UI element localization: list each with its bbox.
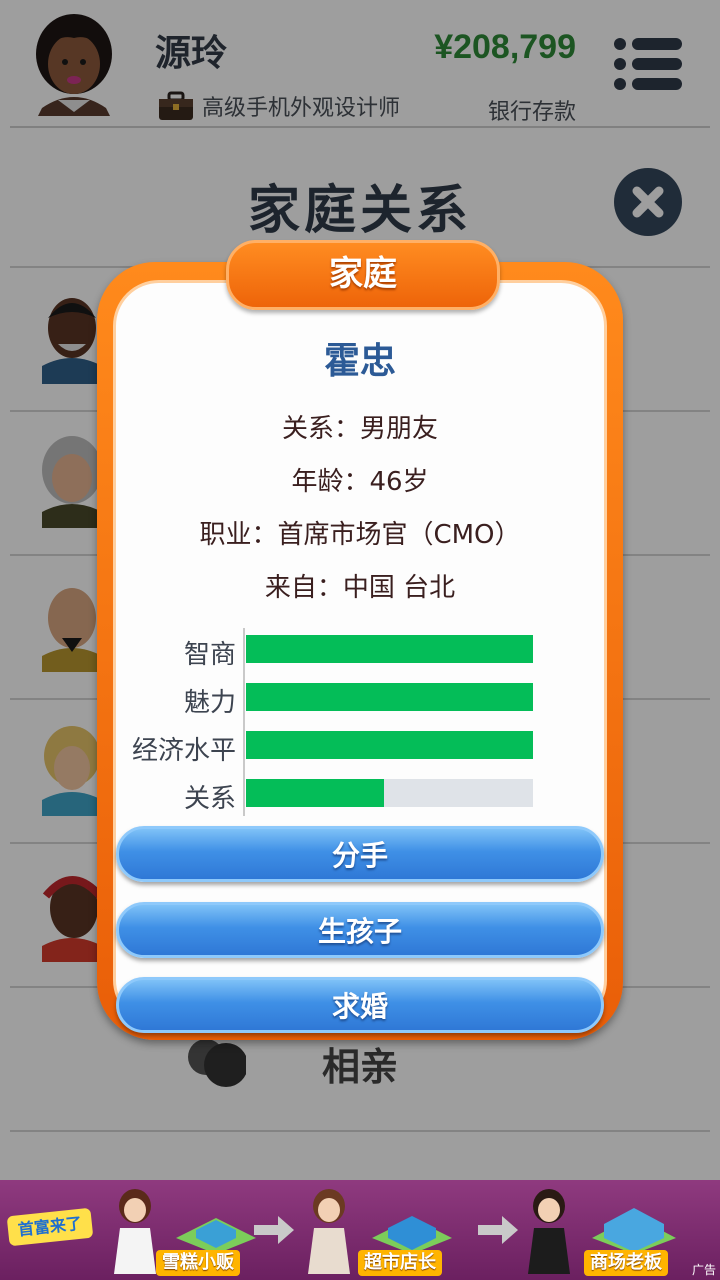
ad-logo: 首富来了: [6, 1207, 94, 1247]
stat-fill-iq: [246, 635, 533, 663]
break-up-button[interactable]: 分手: [116, 826, 604, 882]
propose-button[interactable]: 求婚: [116, 977, 604, 1033]
stat-bar-relationship: [246, 779, 533, 807]
ad-shop-2: [372, 1216, 452, 1254]
stat-fill-wealth: [246, 731, 533, 759]
job-info: 职业：首席市场官（CMO）: [199, 520, 521, 550]
stat-label-iq: 智商: [183, 640, 236, 670]
stat-fill-charm: [246, 683, 533, 711]
ad-stage-1-label: 雪糕小贩: [156, 1250, 240, 1276]
stat-bar-charm: [246, 683, 533, 711]
stat-label-wealth: 经济水平: [131, 736, 236, 766]
have-child-button[interactable]: 生孩子: [116, 902, 604, 958]
ad-arrow-icon: [254, 1216, 294, 1244]
modal-title-tab: 家庭: [226, 240, 500, 310]
person-name: 霍忠: [323, 341, 396, 382]
ad-stage-2-label: 超市店长: [358, 1250, 442, 1276]
age-info: 年龄：46岁: [291, 467, 429, 497]
ad-arrow-icon: [478, 1216, 518, 1244]
ad-character-3: [528, 1189, 570, 1274]
stat-bar-iq: [246, 635, 533, 663]
ad-shop-3: [592, 1208, 676, 1254]
stat-bar-wealth: [246, 731, 533, 759]
ad-character-1: [114, 1189, 156, 1274]
stats-axis: [243, 628, 245, 816]
ad-stage-3-label: 商场老板: [584, 1250, 668, 1276]
ad-character-2: [308, 1189, 350, 1274]
relation-info: 关系：男朋友: [281, 414, 438, 444]
ad-shop-1: [176, 1218, 256, 1254]
stat-label-relationship: 关系: [183, 784, 236, 814]
stat-fill-relationship: [246, 779, 384, 807]
ad-badge: 广告: [691, 1263, 716, 1277]
ad-banner[interactable]: 首富来了 雪糕小贩 超市店长 商场老板 广告: [0, 1180, 720, 1280]
stat-label-charm: 魅力: [183, 688, 236, 718]
from-info: 来自：中国 台北: [264, 573, 456, 603]
